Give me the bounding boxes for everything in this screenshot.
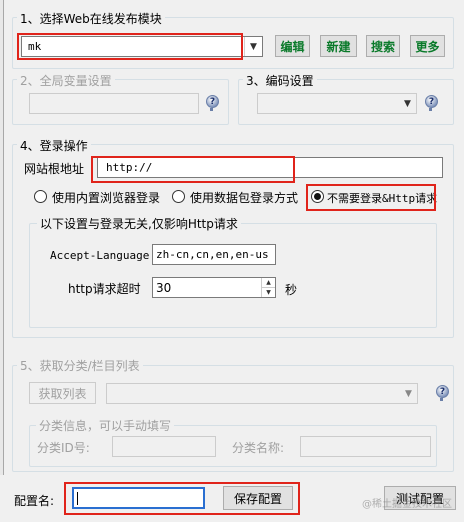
- get-list-button[interactable]: 获取列表: [29, 382, 96, 404]
- highlight-config-footer: [64, 482, 300, 515]
- search-button[interactable]: 搜索: [366, 35, 400, 57]
- help-icon-tail: [429, 108, 432, 111]
- encoding-dropdown: ▼: [257, 93, 417, 114]
- help-icon-tail: [210, 108, 213, 111]
- timeout-value: 30: [156, 281, 172, 295]
- watermark: @稀土掘金技术社区: [362, 499, 452, 510]
- accept-language-label: Accept-Language: [50, 249, 150, 262]
- accept-language-value: zh-cn,cn,en,en-us: [156, 248, 269, 261]
- category-list-dropdown: ▼: [106, 383, 418, 404]
- help-icon[interactable]: ?: [436, 385, 449, 398]
- config-name-label: 配置名:: [14, 494, 55, 508]
- help-icon-tail: [440, 398, 443, 401]
- chevron-down-icon: ▼: [404, 98, 411, 109]
- highlight-no-login: [306, 184, 436, 211]
- new-button[interactable]: 新建: [320, 35, 357, 57]
- category-name-label: 分类名称:: [232, 441, 285, 455]
- section1-title: 1、选择Web在线发布模块: [17, 10, 165, 27]
- section5-title: 5、获取分类/栏目列表: [17, 357, 143, 374]
- manual-category-title: 分类信息，可以手动填写: [36, 417, 175, 434]
- radio-builtin-browser-label[interactable]: 使用内置浏览器登录: [52, 189, 160, 206]
- category-id-input: [112, 436, 216, 457]
- category-name-input: [300, 436, 431, 457]
- help-icon[interactable]: ?: [206, 95, 219, 108]
- section4-title: 4、登录操作: [17, 137, 91, 154]
- more-button[interactable]: 更多: [410, 35, 445, 57]
- accept-language-input[interactable]: zh-cn,cn,en,en-us: [152, 244, 276, 265]
- root-address-label: 网站根地址: [24, 162, 85, 176]
- highlight-module-dropdown: [17, 33, 243, 60]
- radio-builtin-browser[interactable]: [34, 190, 47, 203]
- radio-packet-login[interactable]: [172, 190, 185, 203]
- http-settings-group: [29, 223, 437, 328]
- timeout-stepper[interactable]: 30 ▲ ▼: [152, 277, 276, 298]
- window-left-edge: [0, 0, 4, 475]
- section2-title: 2、全局变量设置: [17, 72, 115, 89]
- edit-button[interactable]: 编辑: [275, 35, 310, 57]
- section3-title: 3、编码设置: [243, 72, 317, 89]
- chevron-down-icon: ▼: [405, 388, 412, 399]
- global-variable-field: [29, 93, 199, 114]
- spinner-arrows[interactable]: ▲ ▼: [261, 278, 275, 297]
- chevron-down-icon: ▼: [244, 37, 262, 56]
- category-id-label: 分类ID号:: [37, 441, 90, 455]
- help-icon[interactable]: ?: [425, 95, 438, 108]
- timeout-label: http请求超时: [68, 282, 141, 296]
- radio-packet-login-label[interactable]: 使用数据包登录方式: [190, 189, 298, 206]
- http-settings-title: 以下设置与登录无关,仅影响Http请求: [37, 215, 241, 232]
- highlight-root-address: [91, 156, 295, 183]
- spin-up-icon[interactable]: ▲: [262, 278, 275, 288]
- timeout-unit: 秒: [285, 283, 298, 297]
- spin-down-icon[interactable]: ▼: [262, 288, 275, 297]
